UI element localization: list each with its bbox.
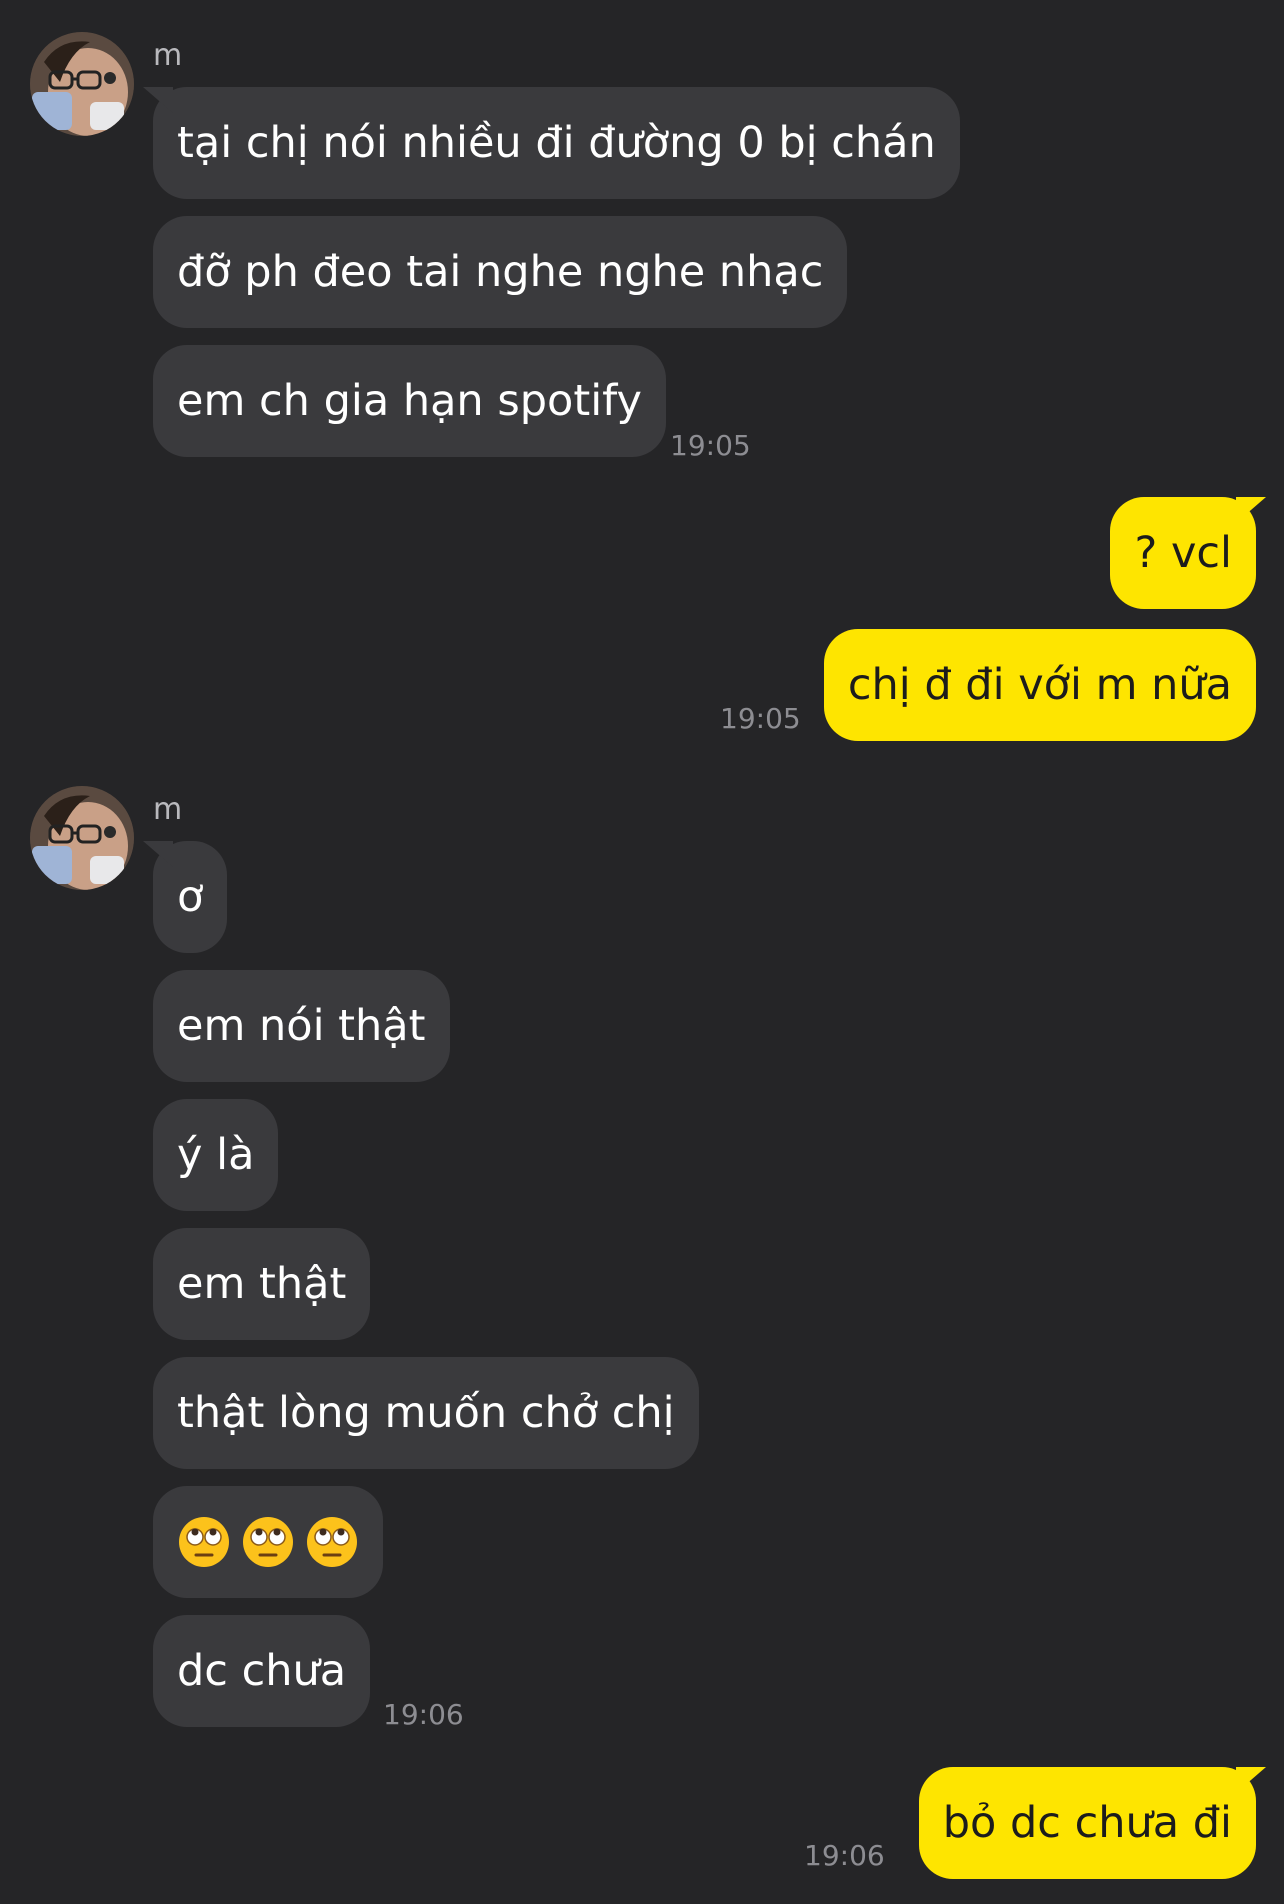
- message-timestamp: 19:06: [383, 1698, 464, 1731]
- avatar-photo-icon: [30, 786, 134, 890]
- message-bubble[interactable]: đỡ ph đeo tai nghe nghe nhạc: [153, 216, 848, 328]
- message-bubble[interactable]: thật lòng muốn chở chị: [153, 1357, 699, 1469]
- message-text: chị đ đi với m nữa: [847, 660, 1232, 710]
- message-timestamp: 19:05: [670, 429, 751, 462]
- message-bubble[interactable]: em nói thật: [153, 970, 450, 1082]
- message-text: đỡ ph đeo tai nghe nghe nhạc: [177, 247, 824, 297]
- contact-avatar[interactable]: [30, 32, 134, 136]
- message-bubble[interactable]: dc chưa: [153, 1615, 371, 1727]
- sender-name: m: [153, 38, 183, 73]
- message-bubble[interactable]: ? vcl: [1110, 497, 1256, 609]
- message-timestamp: 19:05: [720, 702, 801, 735]
- message-text: em nói thật: [177, 1001, 426, 1051]
- chat-thread[interactable]: m tại chị nói nhiều đi đường 0 bị chán đ…: [0, 0, 1284, 1904]
- message-text: ? vcl: [1134, 528, 1232, 578]
- face-with-rolling-eyes-icon: [179, 1517, 229, 1567]
- message-text: dc chưa: [177, 1646, 347, 1696]
- message-text: bỏ dc chưa đi: [942, 1798, 1232, 1848]
- message-text: em ch gia hạn spotify: [177, 376, 643, 426]
- contact-avatar[interactable]: [30, 786, 134, 890]
- message-timestamp: 19:06: [804, 1839, 885, 1872]
- message-bubble[interactable]: tại chị nói nhiều đi đường 0 bị chán: [153, 87, 960, 199]
- message-text: tại chị nói nhiều đi đường 0 bị chán: [177, 118, 936, 168]
- message-text: em thật: [177, 1259, 347, 1309]
- emoji-message-bubble[interactable]: [153, 1486, 383, 1598]
- face-with-rolling-eyes-icon: [307, 1517, 357, 1567]
- message-bubble[interactable]: ơ: [153, 841, 228, 953]
- message-text: ý là: [177, 1130, 255, 1180]
- avatar-photo-icon: [30, 32, 134, 136]
- message-bubble[interactable]: chị đ đi với m nữa: [823, 629, 1256, 741]
- face-with-rolling-eyes-icon: [243, 1517, 293, 1567]
- message-bubble[interactable]: em ch gia hạn spotify: [153, 345, 667, 457]
- message-bubble[interactable]: bỏ dc chưa đi: [918, 1767, 1256, 1879]
- message-text: ơ: [177, 872, 204, 922]
- message-text: thật lòng muốn chở chị: [177, 1388, 675, 1438]
- sender-name: m: [153, 792, 183, 827]
- message-bubble[interactable]: em thật: [153, 1228, 371, 1340]
- message-bubble[interactable]: ý là: [153, 1099, 279, 1211]
